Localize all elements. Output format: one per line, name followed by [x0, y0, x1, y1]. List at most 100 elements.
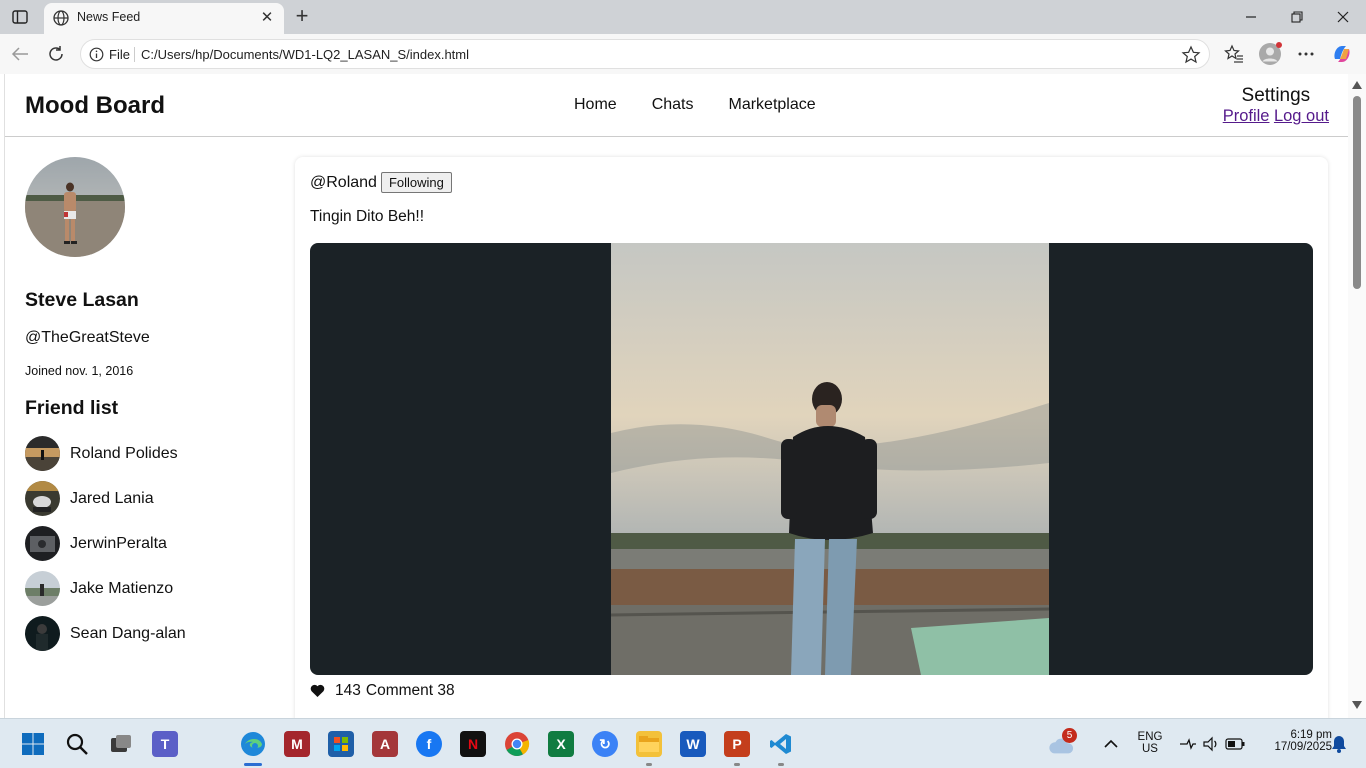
scroll-thumb[interactable] — [1353, 96, 1361, 289]
vscode-icon[interactable] — [768, 731, 794, 757]
profile-link[interactable]: Profile — [1223, 107, 1270, 125]
back-icon[interactable] — [8, 43, 32, 65]
notification-badge: 5 — [1062, 728, 1077, 743]
friend-list-title: Friend list — [25, 397, 119, 419]
heart-icon[interactable] — [310, 684, 325, 698]
close-tab-icon[interactable]: ✕ — [258, 9, 276, 27]
comment-count[interactable]: Comment 38 — [366, 682, 455, 700]
sync-app-icon[interactable]: ↻ — [592, 731, 618, 757]
region-code: US — [1142, 743, 1158, 755]
browser-tab-strip: News Feed ✕ + — [0, 0, 1366, 34]
more-options-icon[interactable] — [1294, 43, 1318, 65]
restore-icon[interactable] — [1274, 6, 1320, 28]
netflix-icon[interactable]: N — [460, 731, 486, 757]
edge-active-indicator — [244, 763, 262, 766]
profile-joined-date: Joined nov. 1, 2016 — [25, 364, 134, 378]
browser-tab[interactable]: News Feed ✕ — [44, 3, 284, 34]
vscode-running-indicator — [778, 763, 784, 766]
friend-name: Sean Dang-alan — [70, 624, 186, 642]
site-header: Mood Board Home Chats Marketplace Settin… — [5, 74, 1348, 137]
settings-menu: Settings Profile Log out — [1223, 85, 1329, 126]
main-nav: Home Chats Marketplace — [574, 96, 816, 114]
scroll-down-arrow-icon[interactable] — [1352, 701, 1362, 709]
friend-item[interactable]: Jake Matienzo — [25, 566, 285, 611]
profile-handle: @TheGreatSteve — [25, 329, 150, 346]
nav-marketplace[interactable]: Marketplace — [728, 96, 815, 114]
friend-avatar — [25, 481, 60, 516]
windows-start-icon[interactable] — [20, 731, 46, 757]
tab-actions-icon[interactable] — [8, 6, 32, 28]
profile-name: Steve Lasan — [25, 289, 139, 311]
page-viewport: Mood Board Home Chats Marketplace Settin… — [4, 74, 1348, 718]
friend-item[interactable]: Sean Dang-alan — [25, 611, 285, 656]
post-author[interactable]: @Roland — [310, 174, 377, 192]
post-photo — [611, 243, 1049, 675]
page-scrollbar[interactable] — [1348, 74, 1366, 718]
word-icon[interactable]: W — [680, 731, 706, 757]
address-bar-row: File C:/Users/hp/Documents/WD1-LQ2_LASAN… — [0, 34, 1366, 74]
address-bar[interactable]: File C:/Users/hp/Documents/WD1-LQ2_LASAN… — [80, 39, 1210, 69]
excel-icon[interactable]: X — [548, 731, 574, 757]
new-tab-icon[interactable]: + — [290, 5, 314, 29]
post-image-frame[interactable] — [310, 243, 1313, 675]
chrome-icon[interactable] — [504, 731, 530, 757]
settings-title[interactable]: Settings — [1223, 85, 1329, 107]
clock-time: 6:19 pm — [1290, 729, 1332, 741]
friend-name: Jake Matienzo — [70, 579, 174, 597]
friend-item[interactable]: Roland Polides — [25, 431, 285, 476]
mcafee-icon[interactable]: M — [284, 731, 310, 757]
explorer-running-indicator — [646, 763, 652, 766]
language-indicator[interactable]: ENG US — [1135, 731, 1165, 755]
language-code: ENG — [1137, 731, 1163, 743]
friend-item[interactable]: JerwinPeralta — [25, 521, 285, 566]
windows-taskbar: T M A f N X ↻ W P 5 ENG US 6:19 pm 17/09… — [0, 718, 1366, 768]
notification-bell-icon[interactable] — [1326, 731, 1352, 757]
info-icon[interactable] — [89, 47, 104, 62]
microsoft-store-icon[interactable] — [328, 731, 354, 757]
friend-name: JerwinPeralta — [70, 534, 167, 552]
search-icon[interactable] — [64, 731, 90, 757]
minimize-icon[interactable] — [1228, 6, 1274, 28]
friend-avatar — [25, 526, 60, 561]
friend-name: Roland Polides — [70, 444, 178, 462]
post-card: @Roland Following Tingin Dito Beh!! 143 … — [295, 157, 1328, 718]
access-icon[interactable]: A — [372, 731, 398, 757]
edge-browser-icon[interactable] — [240, 731, 266, 757]
close-window-icon[interactable] — [1320, 6, 1366, 28]
following-button[interactable]: Following — [380, 172, 452, 193]
site-logo-text: Mood Board — [25, 92, 165, 119]
favorite-star-icon[interactable] — [1181, 45, 1201, 65]
clock[interactable]: 6:19 pm 17/09/2025 — [1252, 729, 1332, 753]
powerpoint-running-indicator — [734, 763, 740, 766]
friend-avatar — [25, 436, 60, 471]
favorites-icon[interactable] — [1222, 43, 1246, 65]
url-divider — [134, 47, 135, 62]
profile-avatar-icon[interactable] — [1258, 42, 1282, 65]
friend-list: Roland Polides Jared Lania JerwinPeralta… — [25, 431, 285, 656]
friend-avatar — [25, 571, 60, 606]
post-stats: 143 Comment 38 — [310, 682, 455, 700]
logout-link[interactable]: Log out — [1274, 107, 1329, 125]
powerpoint-icon[interactable]: P — [724, 731, 750, 757]
url-text[interactable]: C:/Users/hp/Documents/WD1-LQ2_LASAN_S/in… — [141, 47, 469, 62]
file-label: File — [109, 47, 130, 62]
refresh-icon[interactable] — [44, 43, 68, 65]
battery-icon[interactable] — [1222, 731, 1248, 757]
nav-home[interactable]: Home — [574, 96, 617, 114]
profile-avatar[interactable] — [25, 157, 125, 257]
file-explorer-icon[interactable] — [636, 731, 662, 757]
globe-icon — [52, 9, 70, 27]
facebook-icon[interactable]: f — [416, 731, 442, 757]
scroll-up-arrow-icon[interactable] — [1352, 81, 1362, 89]
profile-sidebar: Steve Lasan @TheGreatSteve Joined nov. 1… — [25, 157, 285, 656]
tab-title: News Feed — [77, 10, 141, 24]
friend-item[interactable]: Jared Lania — [25, 476, 285, 521]
teams-icon[interactable]: T — [152, 731, 178, 757]
clock-date: 17/09/2025 — [1274, 741, 1332, 753]
task-view-icon[interactable] — [108, 731, 134, 757]
volume-icon[interactable] — [1198, 731, 1224, 757]
like-count: 143 — [335, 682, 361, 699]
copilot-icon[interactable] — [1330, 43, 1354, 65]
chevron-up-icon[interactable] — [1098, 731, 1124, 757]
nav-chats[interactable]: Chats — [652, 96, 694, 114]
